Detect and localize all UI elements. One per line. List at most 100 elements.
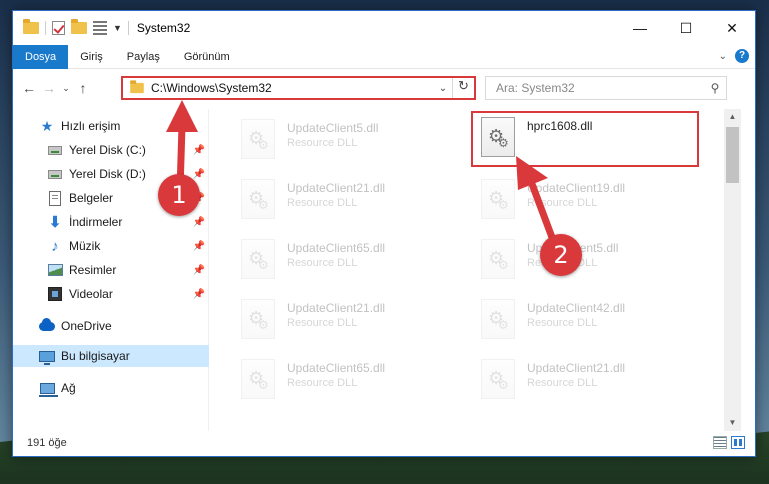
step-2-badge: 2: [540, 234, 582, 276]
sidebar-item-label: Hızlı erişim: [61, 119, 121, 133]
sidebar-item-label: Resimler: [69, 263, 117, 277]
file-item[interactable]: UpdateClient65.dll Resource DLL: [233, 355, 463, 405]
properties-check-icon[interactable]: [52, 21, 65, 35]
file-type: Resource DLL: [287, 377, 358, 389]
sidebar-item-this-pc[interactable]: Bu bilgisayar: [13, 345, 209, 367]
file-item[interactable]: UpdateClient21.dll Resource DLL: [473, 355, 703, 405]
file-item[interactable]: UpdateClient21.dll Resource DLL: [233, 295, 463, 345]
details-view-icon[interactable]: [713, 436, 727, 449]
forward-button[interactable]: →: [39, 80, 59, 96]
tab-paylas[interactable]: Paylaş: [115, 45, 172, 69]
dll-file-icon: [481, 179, 515, 219]
search-icon[interactable]: ⚲: [704, 81, 726, 95]
pictures-icon: [47, 262, 63, 278]
music-icon: ♪: [51, 237, 59, 255]
file-list: UpdateClient5.dll Resource DLL hprc1608.d…: [211, 109, 727, 431]
sidebar-item-label: Müzik: [69, 239, 101, 253]
tab-dosya[interactable]: Dosya: [13, 44, 69, 69]
up-button[interactable]: ↑: [73, 80, 93, 96]
scroll-up-arrow-icon[interactable]: ▲: [724, 109, 741, 125]
sidebar-item-label: Yerel Disk (D:): [69, 167, 146, 181]
search-input[interactable]: Ara: System32: [496, 81, 704, 95]
customize-toolbar-dropdown-icon[interactable]: ▼: [113, 23, 122, 33]
separator: [45, 21, 46, 35]
sidebar-item-network[interactable]: Ağ: [13, 377, 209, 399]
sidebar-item-pictures[interactable]: Resimler 📌: [13, 259, 209, 281]
onedrive-icon: [39, 317, 55, 334]
network-icon: [38, 380, 58, 397]
tab-giris[interactable]: Giriş: [68, 45, 115, 69]
pin-icon[interactable]: 📌: [193, 241, 205, 252]
expand-ribbon-chevron-icon[interactable]: ⌄: [719, 51, 727, 62]
file-item-selected[interactable]: hprc1608.dll: [471, 111, 699, 167]
pin-icon[interactable]: 📌: [193, 169, 205, 180]
sidebar-item-quick-access[interactable]: ★ Hızlı erişim: [13, 115, 209, 137]
minimize-button[interactable]: —: [617, 11, 663, 45]
view-buttons: [713, 436, 745, 449]
tab-gorunum[interactable]: Görünüm: [172, 45, 242, 69]
sidebar-item-label: İndirmeler: [69, 215, 123, 229]
scroll-down-arrow-icon[interactable]: ▼: [724, 415, 741, 431]
dll-file-icon: [241, 299, 275, 339]
help-icon[interactable]: ?: [735, 49, 749, 63]
file-name: UpdateClient42.dll: [527, 301, 626, 315]
file-type: Resource DLL: [287, 317, 358, 329]
pin-icon[interactable]: 📌: [193, 217, 205, 228]
this-pc-icon: [39, 348, 55, 365]
address-path[interactable]: C:\Windows\System32: [151, 81, 434, 95]
navigation-bar: ← → ⌄ ↑ C:\Windows\System32 ⌄ ↻ Ara: Sys…: [13, 73, 755, 103]
address-bar[interactable]: C:\Windows\System32 ⌄ ↻: [121, 76, 476, 100]
dll-file-icon: [481, 359, 515, 399]
search-box[interactable]: Ara: System32 ⚲: [485, 76, 727, 100]
sidebar-item-local-disk-c[interactable]: Yerel Disk (C:) 📌: [13, 139, 209, 161]
dll-file-icon: [481, 117, 515, 157]
address-dropdown-icon[interactable]: ⌄: [434, 83, 452, 94]
file-name: UpdateClient21.dll: [287, 181, 386, 195]
file-name: UpdateClient5.dll: [287, 121, 379, 135]
maximize-button[interactable]: ☐: [663, 11, 709, 45]
file-item[interactable]: UpdateClient19.dll Resource DLL: [473, 175, 703, 225]
file-item[interactable]: UpdateClient21.dll Resource DLL: [233, 175, 463, 225]
status-bar: 191 öğe: [13, 430, 755, 456]
file-explorer-window: ▼ System32 — ☐ ✕ Dosya Giriş Paylaş Görü…: [12, 10, 756, 457]
close-button[interactable]: ✕: [709, 11, 755, 45]
file-name: UpdateClient21.dll: [287, 301, 386, 315]
file-item[interactable]: UpdateClient65.dll Resource DLL: [233, 235, 463, 285]
sidebar-item-label: Videolar: [69, 287, 113, 301]
file-item[interactable]: UpdateClient5.dllResource DLL: [233, 115, 463, 165]
folder-icon: [23, 19, 39, 34]
vertical-scrollbar[interactable]: ▲ ▼: [724, 109, 741, 431]
file-name: UpdateClient65.dll: [287, 241, 386, 255]
back-button[interactable]: ←: [19, 80, 39, 96]
pin-icon[interactable]: 📌: [193, 265, 205, 276]
sidebar-item-videos[interactable]: Videolar 📌: [13, 283, 209, 305]
file-name: UpdateClient21.dll: [527, 361, 626, 375]
file-type: Resource DLL: [527, 377, 598, 389]
step-1-badge: 1: [158, 174, 200, 216]
file-item[interactable]: UpdateClient5.dllResource DLL: [473, 235, 703, 285]
dll-file-icon: [241, 179, 275, 219]
dll-file-icon: [481, 239, 515, 279]
file-type: Resource DLL: [527, 317, 598, 329]
sidebar-item-label: Belgeler: [69, 191, 114, 205]
title-bar: ▼ System32 — ☐ ✕: [13, 11, 755, 45]
refresh-button[interactable]: ↻: [452, 78, 474, 98]
sidebar-item-music[interactable]: ♪ Müzik 📌: [13, 235, 209, 257]
window-title: System32: [136, 21, 191, 35]
file-item[interactable]: UpdateClient42.dll Resource DLL: [473, 295, 703, 345]
scroll-thumb[interactable]: [726, 127, 739, 183]
sidebar-item-onedrive[interactable]: OneDrive: [13, 315, 209, 337]
videos-icon: [47, 286, 63, 302]
separator: [127, 21, 129, 35]
drive-icon: [47, 166, 63, 182]
quick-access-toolbar: ▼: [13, 19, 129, 35]
pin-icon[interactable]: 📌: [193, 145, 205, 156]
properties-icon[interactable]: [93, 21, 107, 35]
large-icons-view-icon[interactable]: [731, 436, 745, 449]
new-folder-icon[interactable]: [71, 19, 87, 34]
file-name: UpdateClient19.dll: [527, 181, 626, 195]
recent-locations-dropdown[interactable]: ⌄: [59, 83, 73, 94]
pin-icon[interactable]: 📌: [193, 289, 205, 300]
sidebar-item-label: OneDrive: [61, 319, 112, 333]
ribbon-tabs: Dosya Giriş Paylaş Görünüm ⌄ ?: [13, 44, 755, 69]
